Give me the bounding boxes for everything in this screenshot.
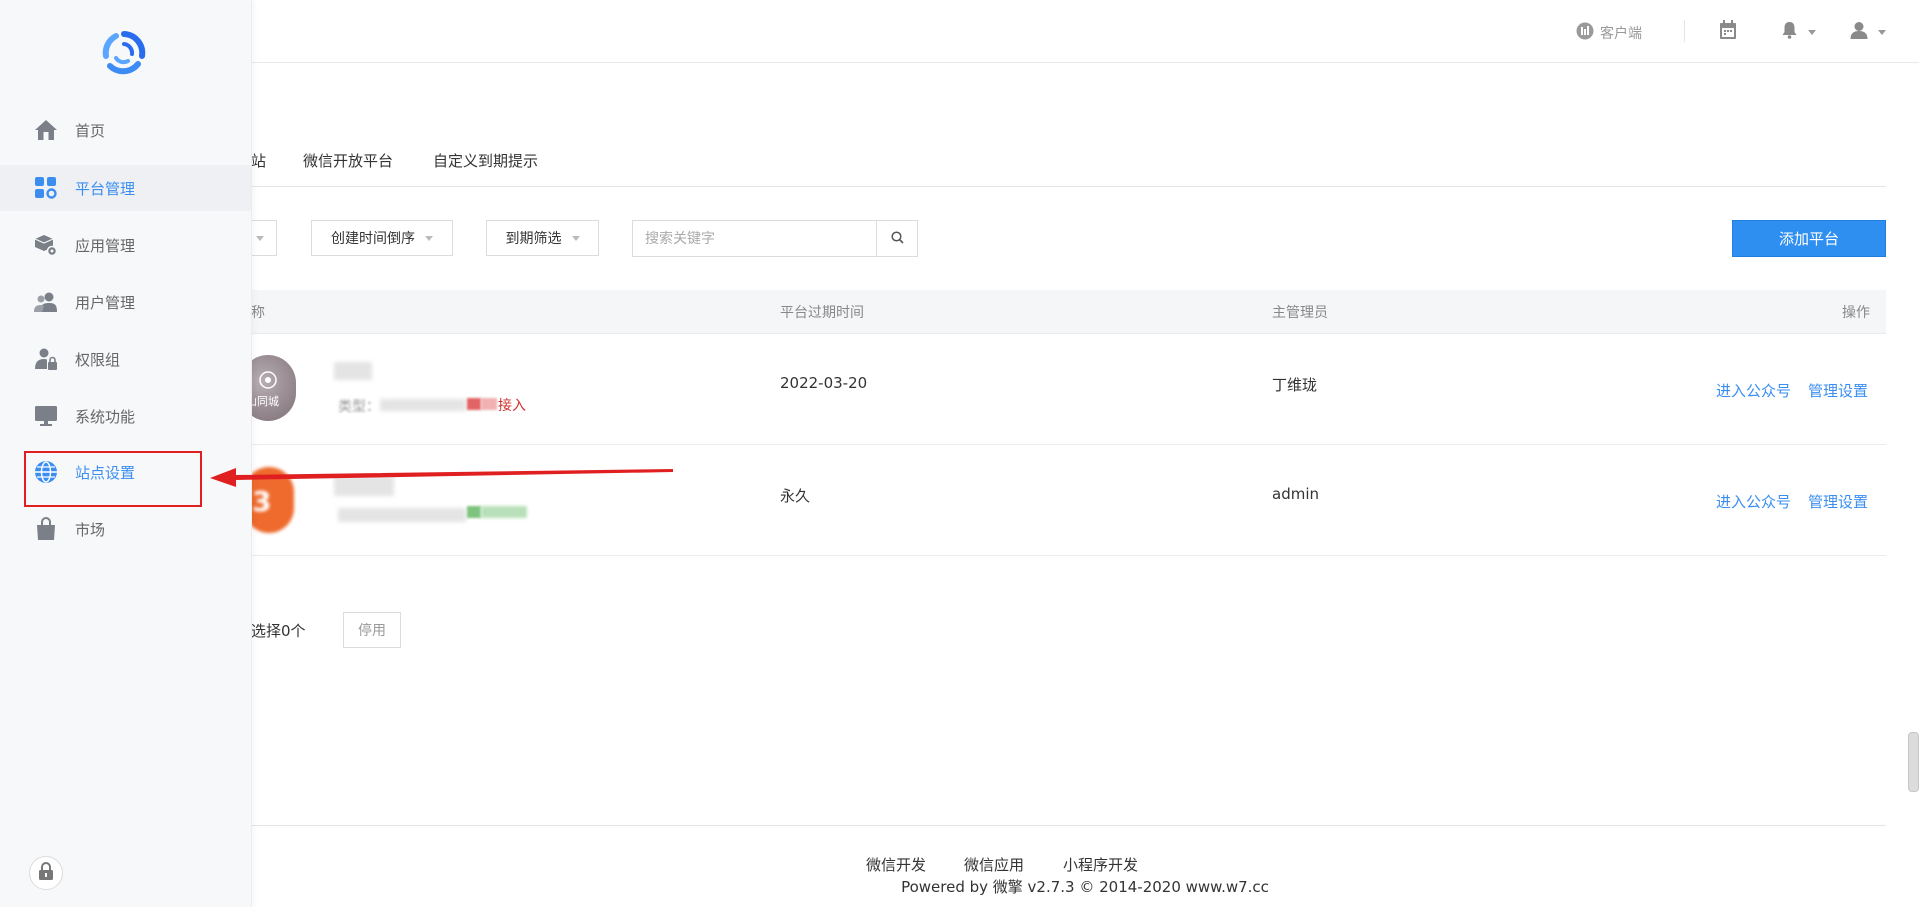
search-box — [632, 220, 918, 257]
calendar-icon — [1719, 20, 1737, 44]
column-header-admin: 主管理员 — [1272, 305, 1328, 321]
expire-filter-dropdown[interactable]: 到期筛选 — [486, 220, 599, 256]
selected-count: 选择0个 — [251, 622, 306, 640]
type-color-tag — [467, 506, 481, 518]
sort-dropdown[interactable]: 创建时间倒序 — [311, 220, 453, 256]
admin-name: 丁维珑 — [1272, 376, 1318, 394]
sidebar-item-permission-group[interactable]: 权限组 — [0, 336, 251, 382]
manage-settings-link[interactable]: 管理设置 — [1808, 491, 1868, 512]
notification-button[interactable] — [1781, 21, 1816, 43]
expire-date: 2022-03-20 — [780, 374, 868, 392]
grid-icon — [34, 176, 58, 200]
search-button[interactable] — [876, 221, 917, 256]
annotation-highlight-box — [24, 451, 202, 507]
chevron-down-icon — [1808, 29, 1816, 35]
logo-icon — [102, 30, 146, 76]
footer-link-miniprogram[interactable]: 小程序开发 — [1063, 854, 1138, 875]
annotation-arrow — [208, 459, 678, 489]
user-lock-icon — [34, 347, 58, 371]
calendar-button[interactable] — [1719, 20, 1737, 44]
sidebar-item-label: 首页 — [75, 122, 106, 140]
search-icon — [890, 229, 904, 248]
users-icon — [34, 290, 58, 314]
sidebar-item-system[interactable]: 系统功能 — [0, 393, 251, 439]
account-type-prefix: 类型： — [338, 399, 380, 415]
footer-divider — [251, 825, 1886, 826]
disable-button[interactable]: 停用 — [343, 612, 401, 648]
manage-settings-link[interactable]: 管理设置 — [1808, 380, 1868, 401]
chevron-down-icon — [571, 235, 580, 241]
bag-icon — [34, 517, 58, 541]
lock-sidebar-button[interactable] — [29, 856, 63, 890]
bell-icon — [1781, 21, 1798, 43]
account-type-suffix: 接入 — [498, 398, 526, 414]
user-menu-button[interactable] — [1850, 21, 1886, 43]
avatar-text: 3 — [252, 485, 272, 518]
footer-link-wechat-apps[interactable]: 微信应用 — [964, 854, 1024, 875]
column-header-ops: 操作 — [1842, 305, 1870, 321]
blurred-account-type — [380, 399, 466, 411]
sidebar-item-market[interactable]: 市场 — [0, 506, 251, 552]
sidebar-item-home[interactable]: 首页 — [0, 107, 251, 153]
blurred-account-name — [334, 362, 372, 380]
header-divider — [1684, 20, 1685, 42]
chevron-down-icon — [425, 235, 433, 241]
add-platform-button[interactable]: 添加平台 — [1732, 220, 1886, 257]
client-label: 客户端 — [1600, 26, 1642, 42]
blurred-account-type — [338, 508, 466, 522]
enter-account-link[interactable]: 进入公众号 — [1716, 491, 1791, 512]
type-color-tag — [467, 398, 481, 410]
table-row — [251, 334, 1886, 445]
lock-icon — [38, 862, 54, 884]
tabs-divider — [251, 186, 1886, 187]
column-header-expire: 平台过期时间 — [780, 305, 864, 321]
sort-label: 创建时间倒序 — [331, 231, 415, 247]
monitor-icon — [34, 404, 58, 428]
search-input[interactable] — [633, 229, 867, 248]
user-icon — [1850, 21, 1868, 43]
sidebar-item-label: 权限组 — [75, 351, 121, 369]
chevron-down-icon — [255, 235, 264, 241]
sidebar-item-label: 应用管理 — [75, 237, 136, 255]
tab-wechat-open-platform[interactable]: 微信开放平台 — [303, 150, 393, 171]
enter-account-link[interactable]: 进入公众号 — [1716, 380, 1791, 401]
sidebar-item-label: 市场 — [75, 521, 106, 539]
type-color-tag — [481, 398, 497, 410]
box-gear-icon — [34, 233, 58, 257]
tab-custom-expire-notice[interactable]: 自定义到期提示 — [433, 150, 538, 171]
column-header-name: 称 — [251, 305, 265, 321]
powered-by-text: Powered by 微擎 v2.7.3 © 2014-2020 www.w7.… — [901, 878, 1269, 896]
tab-site[interactable]: 站 — [251, 150, 266, 171]
footer-link-wechat-dev[interactable]: 微信开发 — [866, 854, 926, 875]
sidebar-item-label: 平台管理 — [75, 180, 136, 198]
client-link[interactable]: 客户端 — [1576, 22, 1642, 44]
client-icon — [1576, 22, 1594, 44]
type-color-tag — [481, 506, 527, 518]
sidebar-item-label: 系统功能 — [75, 408, 136, 426]
expire-filter-label: 到期筛选 — [505, 231, 562, 247]
sidebar-item-users[interactable]: 用户管理 — [0, 279, 251, 325]
home-icon — [34, 118, 58, 142]
sidebar-item-label: 用户管理 — [75, 294, 136, 312]
scrollbar-handle[interactable] — [1908, 732, 1919, 792]
table-header — [251, 290, 1886, 334]
sidebar-item-platform[interactable]: 平台管理 — [0, 165, 251, 211]
admin-name: admin — [1272, 485, 1319, 503]
sidebar-item-apps[interactable]: 应用管理 — [0, 222, 251, 268]
top-header: 客户端 — [0, 0, 1919, 63]
expire-date: 永久 — [780, 487, 811, 505]
chevron-down-icon — [1878, 29, 1886, 35]
